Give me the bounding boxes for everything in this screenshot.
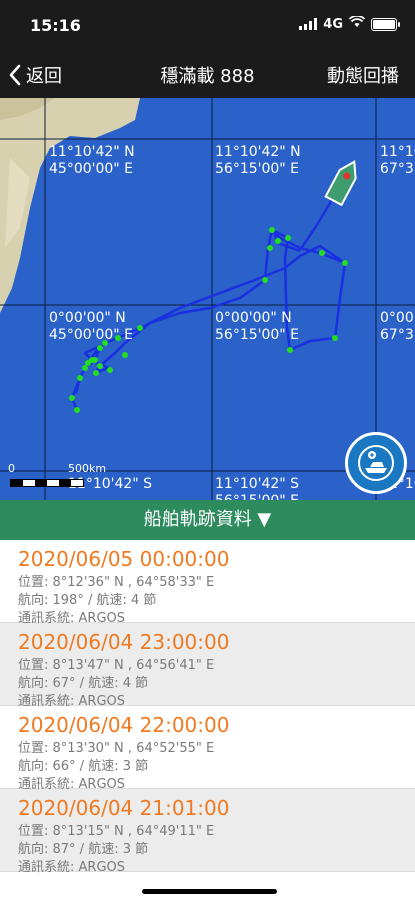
signal-icon [299, 18, 318, 30]
record-time: 2020/06/04 23:00:00 [18, 630, 230, 654]
record-position: 位置: 8°13'47" N , 64°56'41" E [18, 658, 215, 673]
coord-label: 11°10'42" N 45°00'00" E [49, 144, 135, 177]
scale-zero: 0 [8, 462, 15, 475]
record-position: 位置: 8°13'15" N , 64°49'11" E [18, 824, 215, 839]
record-course: 航向: 67° / 航速: 4 節 [18, 676, 149, 691]
coord-label: 11°10'42" S 56°15'00" E [215, 476, 300, 500]
ship-icon [324, 160, 357, 207]
record-time: 2020/06/04 21:01:00 [18, 796, 230, 820]
scale-distance: 500km [68, 462, 107, 475]
record-course: 航向: 66° / 航速: 3 節 [18, 759, 149, 774]
map-view[interactable]: 11°10'42" N 45°00'00" E 11°10'42" N 56°1… [0, 98, 415, 500]
list-item[interactable]: 2020/06/05 00:00:00 位置: 8°12'36" N , 64°… [0, 540, 415, 626]
track-data-toggle[interactable]: 船舶軌跡資料 ▼ [0, 500, 415, 540]
battery-icon [371, 17, 400, 31]
list-item[interactable]: 2020/06/04 21:01:00 位置: 8°13'15" N , 64°… [0, 789, 415, 875]
record-time: 2020/06/05 00:00:00 [18, 547, 230, 571]
coord-label: 11°10'42" N 67°3 [380, 144, 415, 177]
nav-bar: 返回 穩滿載 888 動態回播 [0, 50, 415, 98]
status-time: 15:16 [30, 16, 81, 35]
record-position: 位置: 8°12'36" N , 64°58'33" E [18, 575, 215, 590]
record-position: 位置: 8°13'30" N , 64°52'55" E [18, 741, 215, 756]
coord-label: 0°00'00" N 67°3 [380, 310, 415, 343]
ship-locate-icon [358, 445, 394, 481]
coord-label: 11°10'42" N 56°15'00" E [215, 144, 301, 177]
wifi-icon [348, 15, 366, 32]
list-item[interactable]: 2020/06/04 22:00:00 位置: 8°13'30" N , 64°… [0, 706, 415, 792]
status-indicators: 4G [299, 15, 400, 32]
list-item[interactable]: 2020/06/04 23:00:00 位置: 8°13'47" N , 64°… [0, 623, 415, 709]
home-indicator [142, 889, 277, 894]
record-course: 航向: 198° / 航速: 4 節 [18, 593, 157, 608]
replay-button[interactable]: 動態回播 [327, 62, 399, 88]
record-comm: 通訊系統: ARGOS [18, 860, 125, 875]
record-time: 2020/06/04 22:00:00 [18, 713, 230, 737]
zoom-to-ship-button[interactable] [345, 432, 407, 494]
coord-label: 0°00'00" N 56°15'00" E [215, 310, 300, 343]
track-record-list[interactable]: 2020/06/05 00:00:00 位置: 8°12'36" N , 64°… [0, 540, 415, 900]
map-scale: 0 500km [8, 462, 106, 490]
record-course: 航向: 87° / 航速: 3 節 [18, 842, 149, 857]
coord-label: 0°00'00" N 45°00'00" E [49, 310, 134, 343]
status-bar: 15:16 4G [0, 0, 415, 50]
network-type: 4G [323, 16, 343, 32]
